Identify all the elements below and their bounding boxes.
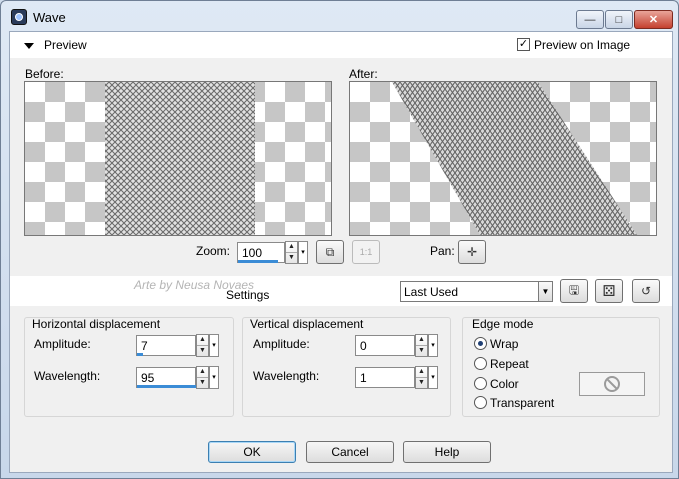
before-label: Before:: [25, 67, 64, 81]
save-icon: 🖫: [568, 282, 580, 297]
settings-label: Settings: [226, 288, 270, 302]
zoom-focus-underline: [238, 260, 278, 263]
h-wavelength-dropdown-arrow[interactable]: ▾: [209, 366, 219, 389]
help-button[interactable]: Help: [403, 441, 491, 463]
ok-button[interactable]: OK: [208, 441, 296, 463]
settings-row: Arte by Neusa Novaes Settings Last Used …: [10, 276, 672, 306]
spin-down-icon[interactable]: ▼: [416, 378, 427, 388]
preview-header: Preview ✓ Preview on Image: [10, 32, 672, 58]
spin-up-icon[interactable]: ▲: [416, 335, 427, 346]
title-bar[interactable]: Wave — □ ✕: [1, 1, 678, 31]
cancel-button[interactable]: Cancel: [306, 441, 394, 463]
h-amplitude-input[interactable]: [136, 335, 196, 356]
v-amplitude-spinner[interactable]: ▲ ▼: [415, 334, 428, 357]
collapse-triangle-icon[interactable]: [24, 43, 34, 49]
fit-window-icon: ⧉: [325, 244, 335, 259]
save-preset-button[interactable]: 🖫: [560, 279, 588, 303]
h-amplitude-underline: [137, 353, 143, 356]
v-wavelength-field[interactable]: [356, 368, 414, 387]
vertical-displacement-title: Vertical displacement: [250, 317, 364, 331]
reset-icon: ↺: [640, 284, 652, 298]
zoom-label: Zoom:: [196, 244, 231, 258]
edge-transparent-label: Transparent: [490, 396, 555, 410]
h-amplitude-field[interactable]: [137, 336, 195, 355]
zoom-spinner[interactable]: ▲ ▼: [285, 241, 298, 264]
h-amplitude-spinner[interactable]: ▲ ▼: [196, 334, 209, 357]
edge-wrap-label: Wrap: [490, 337, 519, 351]
v-amplitude-field[interactable]: [356, 336, 414, 355]
window-title: Wave: [33, 10, 66, 25]
v-amplitude-input[interactable]: [355, 335, 415, 356]
edge-mode-title: Edge mode: [472, 317, 534, 331]
spin-down-icon[interactable]: ▼: [286, 253, 297, 263]
actual-size-button: 1:1: [352, 240, 380, 264]
pan-crosshair-icon: ✛: [466, 245, 478, 259]
spin-up-icon[interactable]: ▲: [416, 367, 427, 378]
wave-dialog: Wave — □ ✕ Preview ✓ Preview on Image Be…: [0, 0, 679, 479]
dialog-client: Preview ✓ Preview on Image Before: After…: [9, 31, 673, 473]
actual-size-icon: 1:1: [359, 247, 373, 257]
after-label: After:: [349, 67, 378, 81]
preset-dropdown[interactable]: Last Used: [400, 281, 540, 302]
zoom-dropdown-arrow[interactable]: ▾: [298, 241, 308, 264]
preview-on-image-label: Preview on Image: [534, 38, 631, 52]
edge-transparent-radio[interactable]: [474, 396, 487, 409]
before-pattern: [105, 82, 255, 235]
no-color-icon: [604, 376, 620, 392]
h-amplitude-dropdown-arrow[interactable]: ▾: [209, 334, 219, 357]
fit-to-window-button[interactable]: ⧉: [316, 240, 344, 264]
randomize-button[interactable]: ⚄: [595, 279, 623, 303]
h-wavelength-label: Wavelength:: [34, 369, 101, 383]
horizontal-displacement-title: Horizontal displacement: [32, 317, 161, 331]
preview-on-image-checkbox[interactable]: ✓: [517, 38, 530, 51]
h-wavelength-spinner[interactable]: ▲ ▼: [196, 366, 209, 389]
close-button[interactable]: ✕: [634, 10, 673, 29]
before-preview[interactable]: [24, 81, 332, 236]
edge-color-label: Color: [490, 377, 519, 391]
after-pattern: [392, 82, 637, 235]
v-wavelength-dropdown-arrow[interactable]: ▾: [428, 366, 438, 389]
minimize-button[interactable]: —: [576, 10, 604, 29]
v-wavelength-input[interactable]: [355, 367, 415, 388]
edge-color-swatch[interactable]: [579, 372, 645, 396]
edge-repeat-radio[interactable]: [474, 357, 487, 370]
v-wavelength-spinner[interactable]: ▲ ▼: [415, 366, 428, 389]
spin-down-icon[interactable]: ▼: [197, 346, 208, 356]
spin-up-icon[interactable]: ▲: [286, 242, 297, 253]
pan-button[interactable]: ✛: [458, 240, 486, 264]
maximize-button[interactable]: □: [605, 10, 633, 29]
after-preview[interactable]: [349, 81, 657, 236]
preset-value: Last Used: [404, 285, 459, 299]
app-icon: [11, 9, 27, 25]
v-wavelength-label: Wavelength:: [253, 369, 320, 383]
dice-icon: ⚄: [602, 283, 616, 300]
edge-repeat-label: Repeat: [490, 357, 529, 371]
spin-down-icon[interactable]: ▼: [197, 378, 208, 388]
v-amplitude-label: Amplitude:: [253, 337, 310, 351]
spin-up-icon[interactable]: ▲: [197, 367, 208, 378]
preview-label: Preview: [44, 38, 87, 52]
edge-color-radio[interactable]: [474, 377, 487, 390]
pan-label: Pan:: [430, 244, 455, 258]
v-amplitude-dropdown-arrow[interactable]: ▾: [428, 334, 438, 357]
edge-wrap-radio[interactable]: [474, 337, 487, 350]
h-amplitude-label: Amplitude:: [34, 337, 91, 351]
reset-button[interactable]: ↺: [632, 279, 660, 303]
preset-dropdown-arrow[interactable]: ▼: [538, 281, 553, 302]
spin-down-icon[interactable]: ▼: [416, 346, 427, 356]
spin-up-icon[interactable]: ▲: [197, 335, 208, 346]
